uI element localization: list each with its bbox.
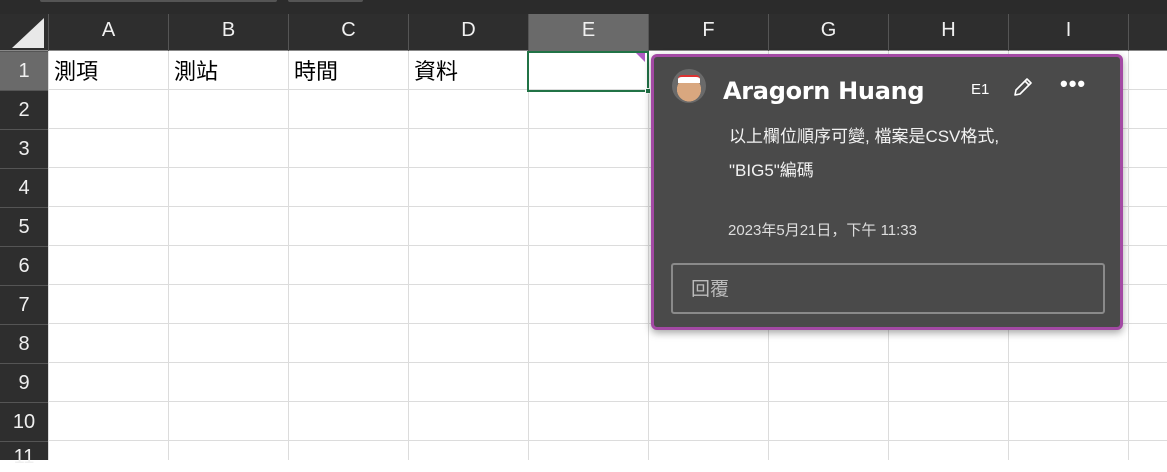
row-header-9[interactable]: 9	[0, 363, 48, 402]
comment-indicator-icon	[636, 53, 645, 62]
column-headers: A B C D E F G H I	[0, 14, 1167, 51]
column-header-a[interactable]: A	[48, 14, 168, 51]
comment-cell-ref: E1	[971, 81, 990, 98]
reply-input[interactable]	[671, 263, 1105, 314]
column-header-h[interactable]: H	[888, 14, 1008, 51]
column-header-g[interactable]: G	[768, 14, 888, 51]
selected-cell-e1[interactable]	[527, 51, 651, 94]
column-header-d[interactable]: D	[408, 14, 528, 51]
column-header-c[interactable]: C	[288, 14, 408, 51]
row-header-10[interactable]: 10	[0, 402, 48, 441]
comment-card: Aragorn Huang E1 ••• 以上欄位順序可變, 檔案是CSV格式,…	[651, 54, 1123, 330]
row-header-4[interactable]: 4	[0, 168, 48, 207]
column-header-e[interactable]: E	[528, 14, 648, 51]
edit-pencil-icon[interactable]	[1011, 75, 1035, 99]
comment-timestamp: 2023年5月21日，下午 11:33	[728, 222, 917, 239]
row-header-6[interactable]: 6	[0, 246, 48, 285]
select-all-button[interactable]	[0, 14, 48, 51]
avatar	[672, 69, 706, 103]
row-header-5[interactable]: 5	[0, 207, 48, 246]
comment-body: 以上欄位順序可變, 檔案是CSV格式, "BIG5"編碼	[729, 120, 1109, 188]
comment-author: Aragorn Huang	[723, 77, 925, 105]
cell-a1[interactable]: 測項	[48, 51, 168, 90]
cell-b1[interactable]: 測站	[168, 51, 288, 90]
row-header-2[interactable]: 2	[0, 90, 48, 129]
cell-d1[interactable]: 資料	[408, 51, 528, 90]
row-header-8[interactable]: 8	[0, 324, 48, 363]
row-header-1[interactable]: 1	[0, 51, 48, 90]
column-header-f[interactable]: F	[648, 14, 768, 51]
more-options-button[interactable]: •••	[1060, 71, 1086, 97]
row-headers: 1 2 3 4 5 6 7 8 9 10 11	[0, 51, 48, 468]
row-header-11[interactable]: 11	[0, 441, 48, 468]
cell-c1[interactable]: 時間	[288, 51, 408, 90]
top-toolbar-strip	[0, 0, 1167, 14]
column-header-i[interactable]: I	[1008, 14, 1128, 51]
comment-line-1: 以上欄位順序可變, 檔案是CSV格式,	[729, 127, 1000, 146]
comment-line-2: "BIG5"編碼	[729, 161, 814, 180]
column-header-b[interactable]: B	[168, 14, 288, 51]
row-header-3[interactable]: 3	[0, 129, 48, 168]
column-header-next[interactable]	[1128, 14, 1167, 51]
row-header-7[interactable]: 7	[0, 285, 48, 324]
